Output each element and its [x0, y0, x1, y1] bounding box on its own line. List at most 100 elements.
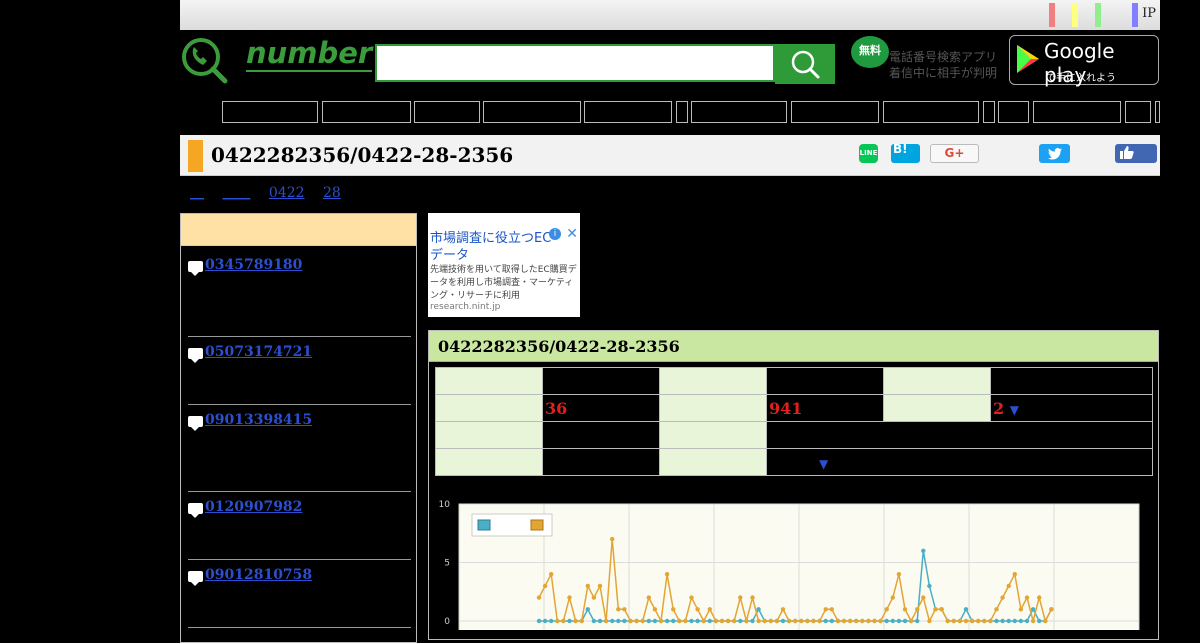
data-point: [780, 618, 786, 624]
data-point: [1018, 607, 1024, 612]
search-button[interactable]: [775, 44, 835, 84]
number-link[interactable]: 0120907982: [205, 499, 302, 515]
ad-headline[interactable]: 市場調査に役立つECデータ: [430, 230, 560, 264]
number-link[interactable]: 0345789180: [205, 257, 302, 273]
nav-button-8[interactable]: [791, 101, 879, 123]
nav-button-10[interactable]: [983, 101, 995, 123]
nav-button-13[interactable]: [1125, 101, 1151, 123]
breadcrumb-link-2[interactable]: ____: [222, 185, 250, 201]
data-point: [976, 618, 981, 624]
comment-icon: [188, 348, 203, 363]
info-value-number: 2: [993, 398, 1005, 418]
list-item[interactable]: 0345789180: [188, 257, 411, 337]
nav-button-2[interactable]: [322, 101, 411, 123]
data-point: [786, 618, 792, 624]
data-point: [1049, 607, 1054, 612]
data-point: [780, 607, 786, 612]
data-point: [652, 607, 658, 612]
nav-button-14[interactable]: [1155, 101, 1160, 123]
data-point: [982, 618, 987, 624]
ad-url[interactable]: research.nint.jp: [430, 302, 500, 312]
data-point: [878, 618, 883, 624]
google-plus-button[interactable]: G+: [930, 144, 979, 163]
chart-y-ticks: 0 5 10: [439, 500, 451, 627]
data-point: [890, 618, 895, 624]
list-item[interactable]: 05073174721: [188, 344, 411, 405]
data-point: [896, 618, 902, 624]
expand-arrow-icon[interactable]: ▼: [819, 457, 828, 471]
data-point: [835, 618, 841, 624]
ad-close-icon[interactable]: ✕: [566, 226, 578, 242]
line-share-button[interactable]: LINE: [859, 144, 878, 163]
y-tick-label: 5: [444, 559, 450, 569]
breadcrumb-link-4[interactable]: 28: [323, 185, 341, 201]
data-point: [933, 607, 938, 612]
list-item[interactable]: 09013398415: [188, 412, 411, 492]
expand-arrow-icon[interactable]: ▼: [1010, 403, 1019, 417]
data-point: [1043, 618, 1048, 624]
twitter-share-button[interactable]: [1039, 144, 1070, 163]
access-history-chart: 0 5 10: [439, 500, 1140, 630]
facebook-like-button[interactable]: [1115, 144, 1157, 163]
nav-button-11[interactable]: [998, 101, 1029, 123]
data-point: [536, 595, 542, 600]
top-marker-blue: [1132, 3, 1138, 27]
data-point: [1030, 618, 1036, 624]
info-label: [435, 394, 543, 422]
breadcrumb: __ ____ 0422 28: [190, 185, 355, 201]
data-point: [671, 618, 676, 624]
data-point: [902, 618, 908, 624]
data-point: [713, 618, 719, 624]
breadcrumb-link-1[interactable]: __: [190, 185, 204, 201]
data-point: [945, 618, 950, 624]
data-point: [610, 536, 615, 542]
y-tick-label: 10: [439, 500, 451, 510]
google-play-badge[interactable]: Google play で手に入れよう: [1009, 35, 1159, 87]
number-link[interactable]: 09012810758: [205, 567, 312, 583]
nav-button-6[interactable]: [676, 101, 688, 123]
data-point: [994, 618, 999, 624]
data-point: [750, 595, 755, 600]
hatena-bookmark-button[interactable]: B!: [891, 143, 920, 163]
site-logo[interactable]: number: [246, 36, 373, 72]
top-marker-red: [1049, 3, 1055, 27]
phone-search-icon[interactable]: [180, 36, 228, 84]
list-item[interactable]: 09012810758: [188, 567, 411, 628]
data-point: [579, 618, 584, 624]
detail-title: 0422282356/0422-28-2356: [438, 337, 680, 356]
google-play-subtitle: で手に入れよう: [1046, 73, 1116, 84]
data-point: [756, 607, 761, 612]
breadcrumb-link-3[interactable]: 0422: [269, 185, 305, 201]
nav-button-7[interactable]: [691, 101, 787, 123]
ad-banner[interactable]: 市場調査に役立つECデータ 先端技術を用いて取得したEC購買データを利用し市場調…: [428, 213, 580, 317]
data-point: [1018, 618, 1024, 624]
nav-button-12[interactable]: [1033, 101, 1121, 123]
top-bar: IP: [180, 0, 1160, 30]
number-link[interactable]: 09013398415: [205, 412, 312, 428]
nav-button-4[interactable]: [483, 101, 581, 123]
data-point: [542, 583, 548, 589]
nav-button-3[interactable]: [414, 101, 480, 123]
data-point: [732, 618, 737, 624]
ad-info-icon[interactable]: i: [549, 228, 561, 240]
data-point: [860, 618, 865, 624]
list-item[interactable]: 0120907982: [188, 499, 411, 560]
nav-button-1[interactable]: [222, 101, 318, 123]
data-point: [866, 618, 871, 624]
data-point: [915, 607, 920, 612]
data-point: [896, 572, 902, 577]
search-input[interactable]: [375, 44, 775, 82]
data-point: [542, 618, 548, 624]
info-label: [659, 367, 767, 395]
data-point: [969, 618, 975, 624]
number-link[interactable]: 05073174721: [205, 344, 312, 360]
data-point: [799, 618, 804, 624]
nav-button-5[interactable]: [584, 101, 672, 123]
recent-numbers-sidebar: 0345789180 05073174721 09013398415 01209…: [180, 213, 417, 643]
sidebar-header: [181, 214, 416, 246]
nav-button-9[interactable]: [883, 101, 979, 123]
data-point: [738, 595, 743, 600]
data-point: [1037, 595, 1042, 600]
data-point: [927, 618, 932, 624]
info-value: [542, 421, 660, 449]
